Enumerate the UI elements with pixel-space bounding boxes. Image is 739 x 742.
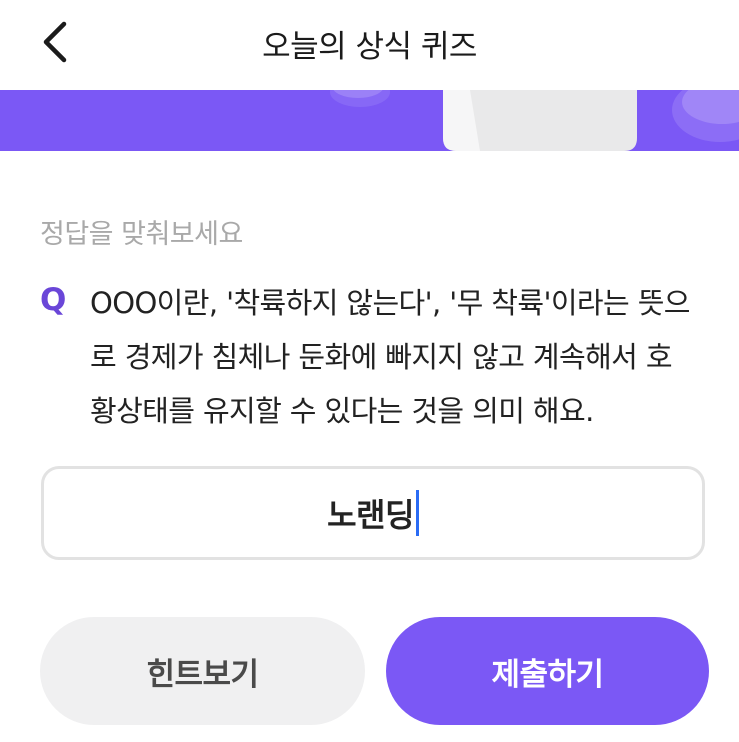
question-text: OOO이란, '착륙하지 않는다', '무 착륙'이라는 뜻으 로 경제가 침체… [90,276,720,438]
text-caret [415,490,419,536]
banner-illustration [0,90,739,151]
quiz-prompt: 정답을 맞춰보세요 [40,219,243,250]
quiz-banner [0,90,739,151]
hint-button[interactable]: 힌트보기 [40,617,365,725]
question-line: 황상태를 유지할 수 있다는 것을 의미 해요. [90,394,594,428]
quiz-page: 오늘의 상식 퀴즈 정답을 맞춰보세요 Q OOO이란, '착륙하지 않는다',… [0,0,739,742]
question-line: 로 경제가 침체나 둔화에 빠지지 않고 계속해서 호 [90,340,673,374]
submit-button[interactable]: 제출하기 [386,617,709,725]
question-marker: Q [40,282,67,318]
question-line: OOO이란, '착륙하지 않는다', '무 착륙'이라는 뜻으 [90,286,690,320]
top-app-bar: 오늘의 상식 퀴즈 [0,0,739,90]
page-title: 오늘의 상식 퀴즈 [262,28,477,65]
answer-value: 노랜딩 [327,496,414,534]
answer-input[interactable]: 노랜딩 [41,466,705,560]
